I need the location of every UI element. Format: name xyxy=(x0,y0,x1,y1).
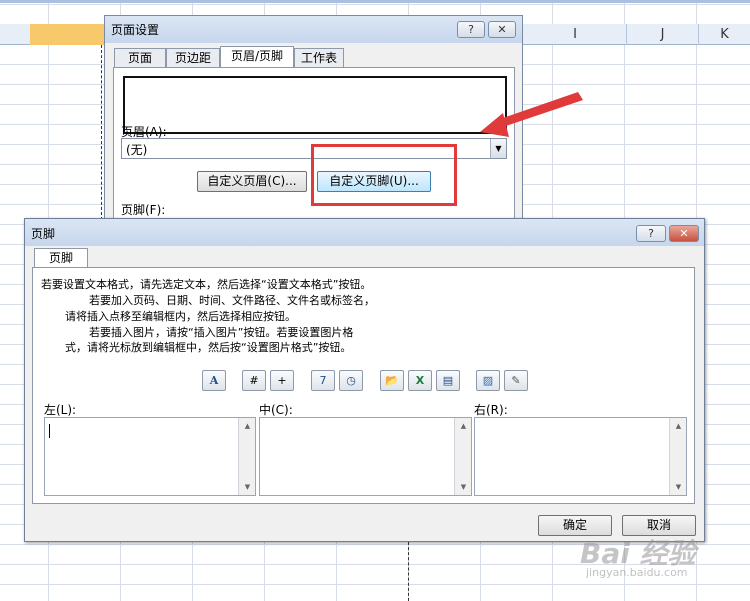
footer-title-bar[interactable]: 页脚 ? ✕ xyxy=(25,219,704,246)
instruction-line: 若要插入图片，请按“插入图片”按钮。若要设置图片格 xyxy=(89,326,354,339)
scroll-down-icon[interactable]: ▼ xyxy=(455,479,472,495)
insert-date-icon[interactable]: 7 xyxy=(311,370,335,391)
watermark-url: jingyan.baidu.com xyxy=(586,566,688,579)
insert-sheet-name-icon[interactable]: ▤ xyxy=(436,370,460,391)
left-section-label: 左(L): xyxy=(44,403,77,417)
format-text-icon[interactable]: A xyxy=(202,370,226,391)
insert-file-path-icon[interactable]: 📂 xyxy=(380,370,404,391)
instruction-line: 若要加入页码、日期、时间、文件路径、文件名或标签名， xyxy=(89,294,375,307)
left-scrollbar[interactable]: ▲ ▼ xyxy=(238,418,255,495)
right-section-label: 右(R): xyxy=(474,403,508,417)
instruction-line: 式，请将光标放到编辑框中，然后按“设置图片格式”按钮。 xyxy=(65,341,352,354)
right-scrollbar[interactable]: ▲ ▼ xyxy=(669,418,686,495)
format-picture-icon[interactable]: ✎ xyxy=(504,370,528,391)
scroll-up-icon[interactable]: ▲ xyxy=(239,418,256,434)
center-scrollbar[interactable]: ▲ ▼ xyxy=(454,418,471,495)
close-icon[interactable]: ✕ xyxy=(669,225,699,242)
insert-file-name-icon[interactable]: X xyxy=(408,370,432,391)
insert-time-icon[interactable]: ◷ xyxy=(339,370,363,391)
center-section-input[interactable]: ▲ ▼ xyxy=(259,417,472,496)
instruction-line: 请将插入点移至编辑框内，然后选择相应按钮。 xyxy=(65,310,296,323)
footer-dialog: 页脚 ? ✕ 页脚 若要设置文本格式，请先选定文本，然后选择“设置文本格式”按钮… xyxy=(24,218,705,542)
help-button[interactable]: ? xyxy=(636,225,666,242)
scroll-down-icon[interactable]: ▼ xyxy=(670,479,687,495)
text-cursor xyxy=(49,424,50,438)
instruction-line: 若要设置文本格式，请先选定文本，然后选择“设置文本格式”按钮。 xyxy=(41,278,372,291)
footer-dialog-title: 页脚 xyxy=(31,227,56,241)
scroll-up-icon[interactable]: ▲ xyxy=(455,418,472,434)
right-section-input[interactable]: ▲ ▼ xyxy=(474,417,687,496)
insert-page-count-icon[interactable]: + xyxy=(270,370,294,391)
insert-picture-icon[interactable]: ▨ xyxy=(476,370,500,391)
center-section-label: 中(C): xyxy=(259,403,293,417)
left-section-input[interactable]: ▲ ▼ xyxy=(44,417,256,496)
scroll-down-icon[interactable]: ▼ xyxy=(239,479,256,495)
insert-page-number-icon[interactable]: # xyxy=(242,370,266,391)
scroll-up-icon[interactable]: ▲ xyxy=(670,418,687,434)
watermark-logo: Bai 经验 xyxy=(580,537,696,570)
